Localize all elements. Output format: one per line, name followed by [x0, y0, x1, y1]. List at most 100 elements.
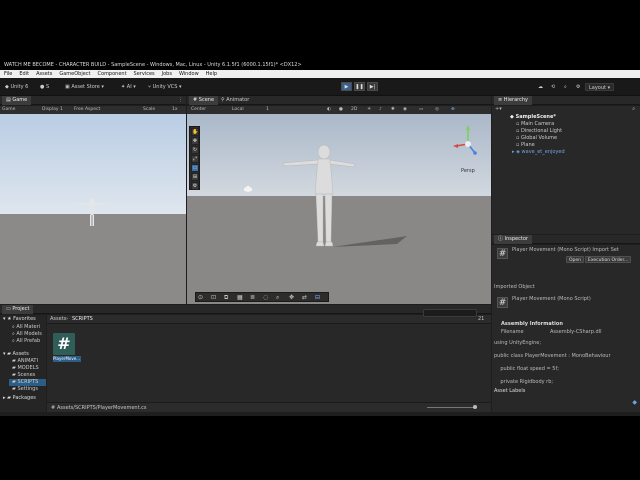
assets-header[interactable]: ▾ ▰ Assets [3, 351, 29, 358]
unity-editor-window: WATCH ME BECOME - CHARACTER BUILD - Samp… [0, 60, 640, 416]
search-icon[interactable]: ⌕ [561, 83, 570, 91]
display-dropdown[interactable]: Display 1 [42, 106, 63, 114]
snap-increment[interactable]: 1 [266, 106, 269, 114]
folder-scenes[interactable]: ▰ Scenes [12, 372, 35, 379]
script-file-icon: # [497, 297, 508, 308]
sparkle-icon: ✦ [121, 84, 126, 90]
game-mode-dropdown[interactable]: Game [2, 106, 15, 114]
unity-account-button[interactable]: ◆ Unity 6 [2, 83, 31, 91]
pause-button[interactable]: ❚❚ [354, 82, 365, 91]
account-dropdown[interactable]: ● S [37, 83, 52, 91]
play-button[interactable]: ▶ [341, 82, 352, 91]
grid-icon: # [193, 97, 198, 103]
pivot-dropdown[interactable]: Center [191, 106, 206, 114]
scene-viewport[interactable]: Persp ✋ ✥ ↻ ⤢ ▭ ⊞ ⚙ ⊙ ⊡ ⧉ ▦ ≣ ◌ ⌕ ✥ ⇄ ⊟ [187, 114, 491, 304]
hierarchy-item-plane[interactable]: ▫ Plane [516, 142, 535, 149]
gear-icon[interactable]: ⚙ [573, 83, 583, 91]
open-button[interactable]: Open [566, 256, 585, 263]
add-icon[interactable]: +▾ [495, 106, 502, 112]
menu-jobs[interactable]: Jobs [162, 70, 172, 78]
gizmo-toggle-icon[interactable]: ⊕ [451, 106, 455, 114]
menu-edit[interactable]: Edit [19, 70, 29, 78]
folder-settings[interactable]: ▰ Settings [12, 386, 38, 393]
breadcrumb-assets[interactable]: Assets [50, 316, 66, 322]
fly-icon[interactable]: ⇄ [302, 294, 307, 301]
view-options-icon[interactable]: ⊟ [315, 294, 320, 301]
layout-dropdown[interactable]: Layout ▾ [585, 83, 615, 91]
hierarchy-search-icon[interactable]: ⌕ [632, 106, 635, 112]
hierarchy-item-main-camera[interactable]: ▫ Main Camera [516, 121, 554, 128]
asset-store-button[interactable]: ▣ Asset Store ▾ [62, 83, 107, 91]
effects-icon[interactable]: ✺ [391, 106, 395, 114]
hierarchy-item-global-volume[interactable]: ▫ Global Volume [516, 135, 557, 142]
overlay-menu-icon[interactable]: ⊙ [198, 294, 203, 301]
visibility-icon[interactable]: ◉ [403, 106, 407, 114]
folder-models[interactable]: ▰ MODELS [12, 365, 39, 372]
fav-all-prefabs[interactable]: ⌕ All Prefab [12, 338, 40, 345]
layers-icon[interactable]: ≣ [250, 294, 255, 301]
menu-window[interactable]: Window [179, 70, 199, 78]
cloud-icon[interactable]: ☁ [535, 83, 546, 91]
menu-gameobject[interactable]: GameObject [59, 70, 90, 78]
more-menu-icon[interactable]: ⋮ [178, 96, 183, 105]
lighting-icon[interactable]: ☀ [367, 106, 371, 114]
tab-animator[interactable]: ⚲ Animator [217, 96, 253, 105]
menu-assets[interactable]: Assets [36, 70, 52, 78]
hierarchy-item-character[interactable]: ▸ ◈ wave_et_enjoyed [512, 149, 565, 156]
menu-component[interactable]: Component [98, 70, 127, 78]
code-line-3: public float speed = 5f; [494, 366, 559, 372]
gizmos-icon[interactable]: ◎ [435, 106, 439, 114]
project-tree: ▾ ★ Favorites ⌕ All Materi ⌕ All Models … [0, 315, 46, 412]
folder-animations[interactable]: ▰ ANIMATI [12, 358, 38, 365]
rotate-tool-icon[interactable]: ↻ [191, 146, 199, 154]
render-mode-icon[interactable]: ◐ [327, 106, 331, 114]
pan-icon[interactable]: ✥ [289, 294, 294, 301]
hand-tool-icon[interactable]: ✋ [191, 128, 199, 136]
step-button[interactable]: ▶| [367, 82, 378, 91]
menu-services[interactable]: Services [134, 70, 155, 78]
fav-all-models[interactable]: ⌕ All Models [12, 331, 42, 338]
aspect-dropdown[interactable]: Free Aspect [74, 106, 100, 114]
grid-toggle-icon[interactable]: ▦ [237, 294, 243, 301]
hierarchy-item-directional-light[interactable]: ▫ Directional Light [516, 128, 562, 135]
vcs-button[interactable]: ⑂ Unity VCS ▾ [145, 83, 185, 91]
scene-root[interactable]: ◆ SampleScene* [510, 114, 556, 121]
favorites-header[interactable]: ▾ ★ Favorites [3, 316, 36, 323]
packages-header[interactable]: ▸ ▰ Packages [3, 395, 36, 402]
shading-icon[interactable]: ● [339, 106, 343, 114]
custom-tool-icon[interactable]: ⚙ [191, 182, 199, 190]
history-icon[interactable]: ⟲ [548, 83, 558, 91]
tab-hierarchy[interactable]: ≡ Hierarchy [494, 96, 532, 105]
tab-inspector[interactable]: ⓘ Inspector [494, 235, 532, 244]
ai-button[interactable]: ✦ AI ▾ [118, 83, 139, 91]
thumbnail-size-slider[interactable] [427, 407, 477, 408]
space-dropdown[interactable]: Local [232, 106, 244, 114]
fav-all-materials[interactable]: ⌕ All Materi [12, 324, 40, 331]
csharp-script-icon[interactable]: # [53, 333, 75, 355]
tab-game[interactable]: ▤ Game [2, 96, 32, 105]
execution-order-button[interactable]: Execution Order... [585, 256, 632, 263]
scale-tool-icon[interactable]: ⤢ [191, 155, 199, 163]
slider-handle[interactable] [473, 405, 477, 409]
zoom-icon[interactable]: ⌕ [276, 294, 279, 302]
label-tag-icon[interactable]: ◆ [632, 399, 637, 406]
2d-toggle-icon[interactable]: 2D [351, 106, 357, 114]
game-viewport[interactable] [0, 114, 186, 304]
camera-icon[interactable]: ▭ [419, 106, 423, 114]
transform-tool-icon[interactable]: ⊞ [191, 173, 199, 181]
audio-icon[interactable]: ♪ [379, 106, 382, 114]
folder-scripts[interactable]: ▰ SCRIPTS [9, 379, 46, 386]
tab-scene[interactable]: # Scene [189, 96, 219, 105]
project-toolbar: Assets › SCRIPTS 21 [47, 309, 491, 324]
breadcrumb-scripts[interactable]: SCRIPTS [72, 316, 93, 322]
frame-icon[interactable]: ⊡ [211, 294, 216, 301]
tab-project[interactable]: ▭ Project [2, 305, 34, 314]
project-search-input[interactable] [423, 309, 477, 317]
scale-value[interactable]: 1x [172, 106, 178, 114]
orbit-icon[interactable]: ◌ [263, 294, 268, 301]
move-tool-icon[interactable]: ✥ [191, 137, 199, 145]
menu-file[interactable]: File [4, 70, 12, 78]
snap-icon[interactable]: ⧉ [224, 294, 228, 302]
menu-help[interactable]: Help [206, 70, 217, 78]
rect-tool-icon[interactable]: ▭ [191, 164, 199, 172]
